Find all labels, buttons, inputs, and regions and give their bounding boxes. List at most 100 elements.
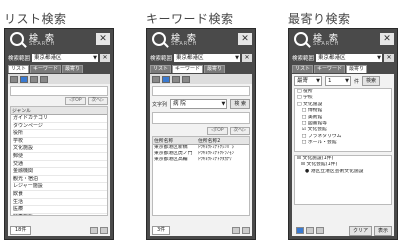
genre-item[interactable]: 観光・宿泊 — [13, 176, 107, 184]
keyword-row: 文字列 病 院 検 索 — [152, 99, 250, 109]
range-close-icon[interactable]: ✕ — [384, 54, 394, 62]
next-button[interactable]: 次へ▷ — [87, 97, 108, 105]
search-range-select[interactable]: 東京都港区 — [32, 54, 98, 62]
close-button[interactable]: ✕ — [380, 33, 394, 45]
search-logo-icon — [294, 32, 308, 46]
tab-list[interactable]: リスト — [8, 65, 30, 73]
nearby-search-button[interactable]: 検索 — [362, 76, 381, 86]
genre-items: ガイドカテゴリ タウンページ 役所 学校 文化施設 郵便 交通 金融機関 観光・宿泊 レジャー施設… — [11, 115, 107, 215]
close-button[interactable]: ✕ — [238, 33, 252, 45]
range-close-icon[interactable]: ✕ — [100, 54, 110, 62]
caption-nearby-search: 最寄り検索 — [288, 12, 351, 26]
tab-keyword[interactable]: キーワード — [314, 65, 346, 73]
list-view-icon[interactable] — [296, 227, 304, 234]
list-content: ◁TOP 次へ▷ ジャンル ガイドカテゴリ タウンページ 役所 学校 文化施設 郵便 交通金… — [8, 74, 110, 236]
genre-item[interactable]: 飲食 — [13, 191, 107, 199]
table-row[interactable]: 東京都港区高輪 ﾄｳｷｮｳﾄﾐﾅﾄｸﾀｶﾅﾜ — [153, 157, 249, 163]
genre-item[interactable]: 文化施設 — [13, 145, 107, 153]
genre-tree: □ 役所 □ 学校 □ 文化施設 □ 博物館 □ 美術館 □ 図書館等 ☑ 文化会館… — [294, 88, 392, 152]
search-range-select[interactable]: 東京都港区 — [174, 54, 240, 62]
result-table: 住所名称 住所名称2 東京都港区新橋 ﾄｳｷｮｳﾄﾐﾅﾄｸｼﾝﾊﾞｼ 東京都港区虎ノ… — [152, 136, 250, 216]
genre-item[interactable]: 駐車施設 — [13, 214, 107, 215]
menu-icon[interactable] — [100, 227, 108, 234]
unit-label: 件 — [354, 78, 360, 85]
window-subtitle: SEARCH — [313, 41, 340, 47]
genre-item[interactable]: 交通 — [13, 161, 107, 169]
genre-item[interactable]: レジャー施設 — [13, 183, 107, 191]
star-icon[interactable] — [40, 75, 48, 83]
window-subtitle: SEARCH — [171, 41, 198, 47]
result-count: 18件 — [10, 226, 32, 235]
tab-keyword[interactable]: キーワード — [172, 65, 204, 73]
tab-list[interactable]: リスト — [292, 65, 314, 73]
map-icon[interactable] — [30, 75, 38, 83]
show-button[interactable]: 表示 — [373, 225, 392, 236]
tab-nearby[interactable]: 最寄り — [62, 65, 84, 73]
search-window-nearby: 検 索 SEARCH ✕ 検索範囲 東京都港区 ✕ リスト キーワード 最寄り … — [288, 28, 398, 240]
star-icon[interactable] — [182, 75, 190, 83]
tab-nearby[interactable]: 最寄り — [346, 65, 368, 73]
result-count: 3件 — [152, 226, 171, 235]
result-rows: 東京都港区新橋 ﾄｳｷｮｳﾄﾐﾅﾄｸｼﾝﾊﾞｼ 東京都港区虎ノ門 ﾄｳｷｮｳﾄﾐﾅﾄｸ… — [153, 145, 249, 163]
map-view-icon[interactable] — [306, 227, 314, 234]
genre-item[interactable]: 金融機関 — [13, 168, 107, 176]
filter-box[interactable] — [10, 86, 108, 96]
genre-item[interactable]: タウンページ — [13, 123, 107, 131]
home-icon[interactable] — [10, 75, 18, 83]
search-window-list: 検 索 SEARCH ✕ 検索範囲 東京都港区 ✕ リスト キーワード 最寄り … — [4, 28, 114, 240]
tree-item[interactable]: □ ホール・会館 — [297, 140, 391, 146]
refresh-icon[interactable] — [232, 227, 240, 234]
people-icon[interactable] — [316, 227, 324, 234]
window-titlebar: 検 索 SEARCH ✕ — [289, 29, 397, 51]
map-icon[interactable] — [172, 75, 180, 83]
range-close-icon[interactable]: ✕ — [242, 54, 252, 62]
count-select[interactable]: 1 — [325, 76, 351, 86]
cell-address: 東京都港区高輪 — [154, 157, 188, 162]
footer-bar: クリア 表示 — [292, 225, 394, 236]
home-icon[interactable] — [152, 75, 160, 83]
col-address2: 住所名称2 — [198, 139, 221, 144]
next-button[interactable]: 次へ▷ — [229, 127, 250, 135]
genre-item[interactable]: 医療 — [13, 206, 107, 214]
tab-bar: リスト キーワード 最寄り — [292, 65, 368, 73]
search-range-row: 検索範囲 東京都港区 ✕ — [8, 53, 110, 63]
icon-toolbar — [150, 74, 252, 84]
close-button[interactable]: ✕ — [96, 33, 110, 45]
caption-keyword-search: キーワード検索 — [146, 12, 234, 26]
search-range-select[interactable]: 東京都港区 — [316, 54, 382, 62]
building-icon[interactable] — [162, 75, 170, 83]
window-titlebar: 検 索 SEARCH ✕ — [147, 29, 255, 51]
footer-bar: 18件 — [8, 225, 110, 236]
keyword-input[interactable]: 病 院 — [170, 99, 228, 109]
blank-field[interactable] — [152, 86, 250, 96]
refresh-icon[interactable] — [90, 227, 98, 234]
spacer-box — [152, 112, 250, 124]
clear-button[interactable]: クリア — [348, 225, 372, 236]
building-icon[interactable] — [20, 75, 28, 83]
nearby-result-item[interactable]: ● 港区立港区芸術文化施設 — [297, 169, 391, 175]
pager: ◁TOP 次へ▷ — [150, 126, 252, 136]
tab-list[interactable]: リスト — [150, 65, 172, 73]
genre-item[interactable]: 学校 — [13, 138, 107, 146]
genre-item[interactable]: 郵便 — [13, 153, 107, 161]
menu-icon[interactable] — [242, 227, 250, 234]
search-range-row: 検索範囲 東京都港区 ✕ — [150, 53, 252, 63]
result-table-header: 住所名称 住所名称2 — [153, 137, 249, 145]
genre-item[interactable]: 生活 — [13, 199, 107, 207]
icon-toolbar — [8, 74, 110, 84]
prev-button[interactable]: ◁TOP — [65, 97, 86, 105]
genre-list: ジャンル ガイドカテゴリ タウンページ 役所 学校 文化施設 郵便 交通 金融機関 観光・宿泊レ… — [10, 106, 108, 216]
tab-bar: リスト キーワード 最寄り — [150, 65, 226, 73]
genre-item[interactable]: 役所 — [13, 130, 107, 138]
genre-list-header: ジャンル — [11, 107, 107, 115]
prev-button[interactable]: ◁TOP — [207, 127, 228, 135]
tab-keyword[interactable]: キーワード — [30, 65, 62, 73]
genre-item[interactable]: ガイドカテゴリ — [13, 115, 107, 123]
tab-nearby[interactable]: 最寄り — [204, 65, 226, 73]
keyword-search-button[interactable]: 検 索 — [230, 99, 250, 109]
col-address: 住所名称 — [154, 139, 174, 144]
footer-bar: 3件 — [150, 225, 252, 236]
caption-list-search: リスト検索 — [4, 12, 67, 26]
nearby-content: 最寄 1 件 検索 □ 役所□ 学校□ 文化施設 □ 博物館 □ 美術館 □ 図… — [292, 74, 394, 236]
distance-select[interactable]: 最寄 — [294, 76, 322, 86]
